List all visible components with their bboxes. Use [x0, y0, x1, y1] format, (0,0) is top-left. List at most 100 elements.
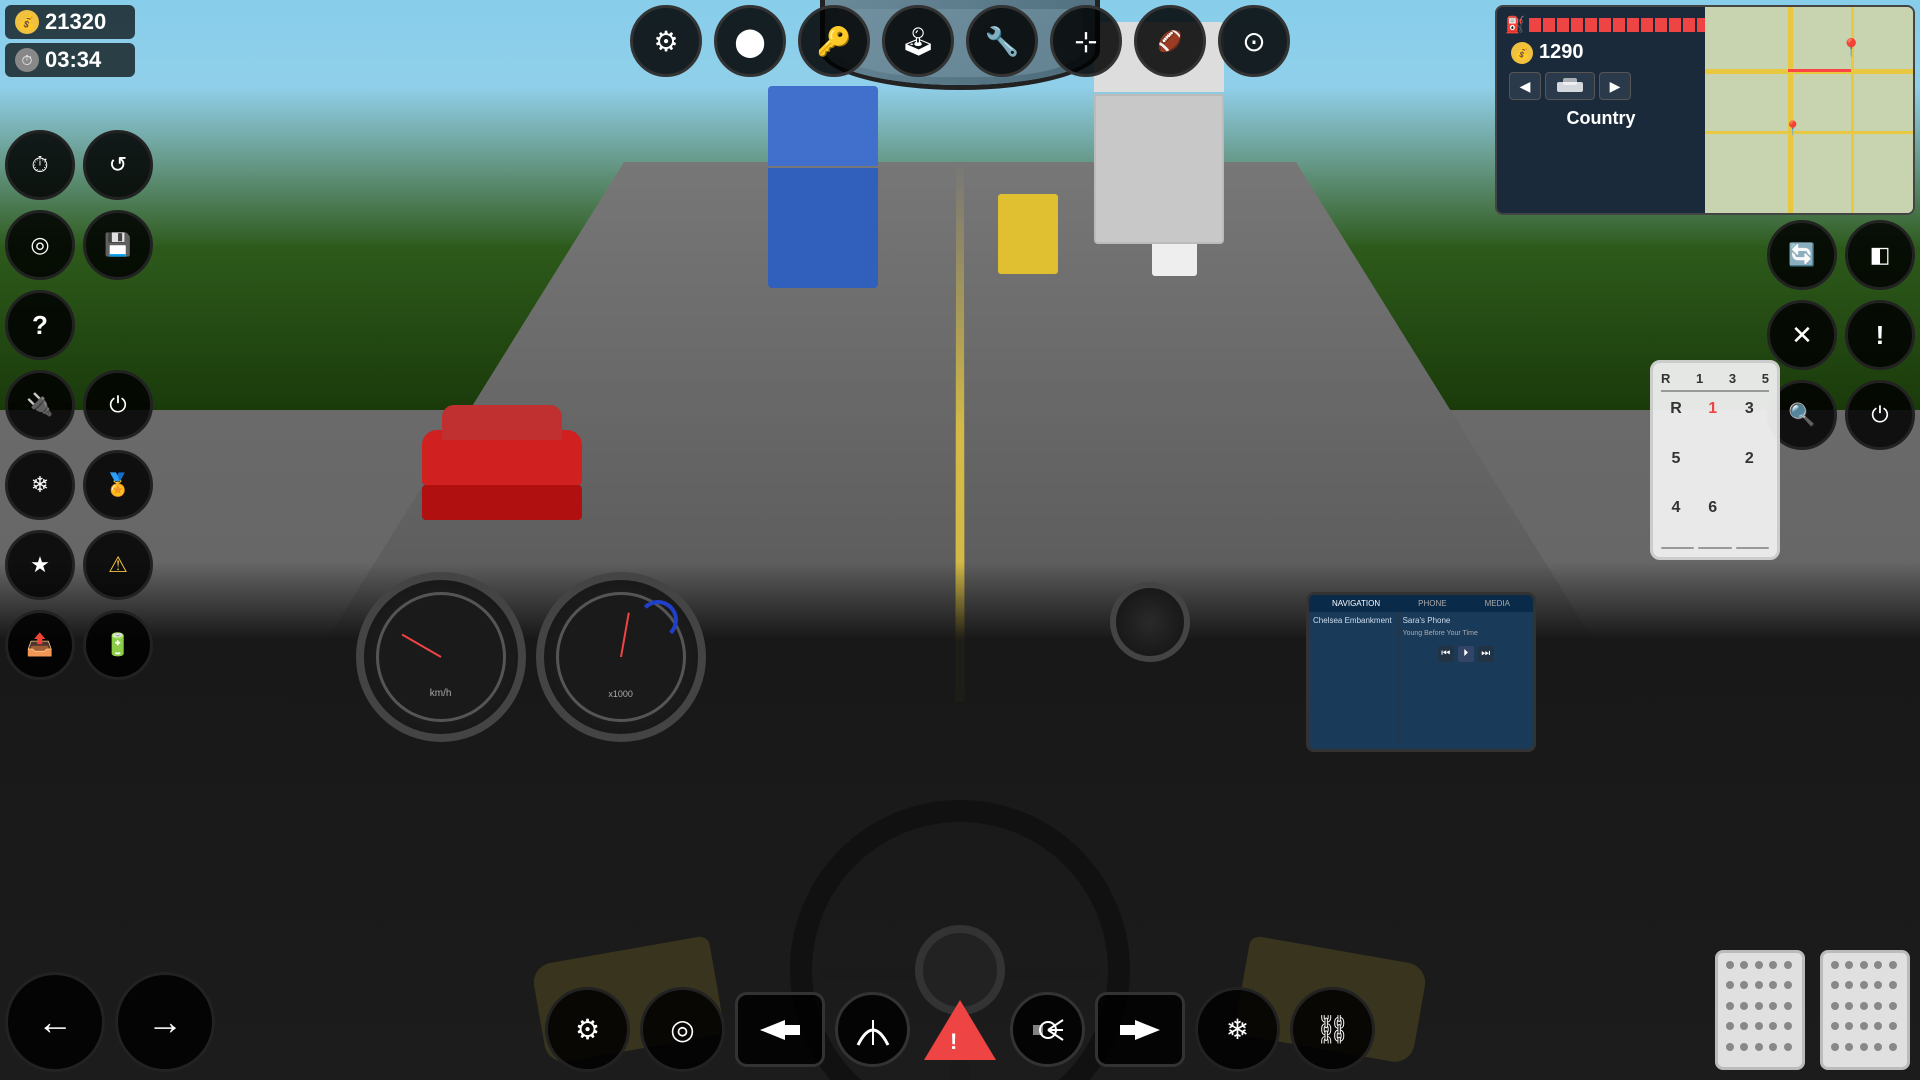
gd7	[1845, 981, 1853, 989]
fuel-seg-8	[1627, 18, 1639, 32]
gear-header: R 1 3 5	[1661, 371, 1769, 392]
fuel-seg-3	[1557, 18, 1569, 32]
engine-btn[interactable]: ⚙	[545, 987, 630, 1072]
close-btn[interactable]: ✕	[1767, 300, 1837, 370]
gd23	[1860, 1043, 1868, 1051]
lights-btn[interactable]	[1010, 992, 1085, 1067]
pressure-gauge	[1110, 582, 1190, 662]
pd3	[1755, 961, 1763, 969]
phone-contact: Sara's Phone	[1403, 616, 1529, 625]
gd19	[1874, 1022, 1882, 1030]
left-row-1: ⏱ ↺	[5, 130, 153, 200]
nav-location: Chelsea Embankment	[1313, 616, 1394, 626]
gd22	[1845, 1043, 1853, 1051]
pd25	[1784, 1043, 1792, 1051]
wheel-btn[interactable]: ◎	[5, 210, 75, 280]
fan-btn[interactable]: 🔄	[1767, 220, 1837, 290]
save-btn[interactable]: 💾	[83, 210, 153, 280]
map-road-v1	[1788, 7, 1793, 213]
gd14	[1874, 1002, 1882, 1010]
left-signal-btn[interactable]	[735, 992, 825, 1067]
medal-btn[interactable]: 🏅	[83, 450, 153, 520]
wheel-top-btn[interactable]: ⊙	[1218, 5, 1290, 77]
tachometer-gauge: x1000	[536, 572, 706, 742]
battery-btn[interactable]: 🔋	[83, 610, 153, 680]
pd10	[1784, 981, 1792, 989]
yellow-bus	[998, 194, 1058, 274]
pd11	[1726, 1002, 1734, 1010]
turn-left-btn[interactable]: ←	[5, 972, 105, 1072]
key-btn[interactable]: 🔑	[798, 5, 870, 77]
power-right-btn[interactable]: ⏻	[1845, 380, 1915, 450]
gas-pedal[interactable]	[1820, 950, 1910, 1070]
bottom-left-nav: ← →	[5, 972, 215, 1072]
crosshair-btn[interactable]: ⊹	[1050, 5, 1122, 77]
speedometer-btn[interactable]: ⏱	[5, 130, 75, 200]
turn-right-btn[interactable]: →	[115, 972, 215, 1072]
ball-btn[interactable]: ⬤	[714, 5, 786, 77]
infotainment-screen: NAVIGATION PHONE MEDIA Chelsea Embankmen…	[1306, 592, 1536, 752]
money-icon: 💰	[15, 10, 39, 34]
hazard-btn[interactable]: !	[920, 990, 1000, 1070]
chain-btn[interactable]: ⛓	[1290, 987, 1375, 1072]
gear-3-label: 3	[1729, 371, 1736, 386]
help-btn[interactable]: ?	[5, 290, 75, 360]
media-song: Young Before Your Time	[1403, 629, 1529, 638]
money-value: 21320	[45, 9, 106, 35]
fuel-segments	[1529, 18, 1709, 32]
pd21	[1726, 1043, 1734, 1051]
speedometer-gauge: km/h	[356, 572, 526, 742]
gear-pos-4: 4	[1661, 493, 1691, 523]
snow-btn[interactable]: ❄	[1195, 987, 1280, 1072]
left-row-3: ?	[5, 290, 75, 360]
gd13	[1860, 1002, 1868, 1010]
gd1	[1831, 961, 1839, 969]
pd9	[1769, 981, 1777, 989]
gd25	[1889, 1043, 1897, 1051]
share-btn[interactable]: 📤	[5, 610, 75, 680]
wiper-btn[interactable]	[835, 992, 910, 1067]
fuel-seg-4	[1571, 18, 1583, 32]
plugin-btn[interactable]: 🔌	[5, 370, 75, 440]
power-btn[interactable]: ⏻	[83, 370, 153, 440]
nav-coin: 💰 1290	[1505, 39, 1697, 66]
timer-value: 03:34	[45, 47, 101, 73]
fuel-seg-2	[1543, 18, 1555, 32]
brake-pedal[interactable]	[1715, 950, 1805, 1070]
joystick-btn[interactable]: 🕹	[882, 5, 954, 77]
star-btn[interactable]: ★	[5, 530, 75, 600]
nav-icon-svg	[1555, 76, 1585, 96]
nav-right-arrow[interactable]: ▶	[1599, 72, 1631, 100]
settings-btn[interactable]: ⚙	[630, 5, 702, 77]
lights-icon	[1028, 1010, 1068, 1050]
nav-left-arrow[interactable]: ◀	[1509, 72, 1541, 100]
gd4	[1874, 961, 1882, 969]
left-row-7: 📤 🔋	[5, 610, 153, 680]
gd20	[1889, 1022, 1897, 1030]
gear-r-label: R	[1661, 371, 1670, 386]
warning-left-btn[interactable]: ⚠	[83, 530, 153, 600]
gear-5-label: 5	[1762, 371, 1769, 386]
stats-bar: 💰 21320 ⏱ 03:34	[5, 5, 135, 77]
pd4	[1769, 961, 1777, 969]
gd24	[1874, 1043, 1882, 1051]
diff-btn[interactable]: ◎	[640, 987, 725, 1072]
right-signal-btn[interactable]	[1095, 992, 1185, 1067]
pd13	[1755, 1002, 1763, 1010]
timer-stat: ⏱ 03:34	[5, 43, 135, 77]
tool-btn-4[interactable]: 🔧	[966, 5, 1038, 77]
undo-btn[interactable]: ↺	[83, 130, 153, 200]
pd15	[1784, 1002, 1792, 1010]
gd16	[1831, 1022, 1839, 1030]
coin-value: 1290	[1539, 41, 1584, 64]
alert-btn[interactable]: !	[1845, 300, 1915, 370]
blue-truck	[768, 86, 878, 286]
oval-btn[interactable]: 🏈	[1134, 5, 1206, 77]
gear-pos-3: 3	[1734, 394, 1764, 424]
gear-pos-1: 1	[1698, 394, 1728, 424]
gd15	[1889, 1002, 1897, 1010]
snow-wheel-btn[interactable]: ❄	[5, 450, 75, 520]
side-view-btn[interactable]: ◧	[1845, 220, 1915, 290]
gd12	[1845, 1002, 1853, 1010]
fuel-icon: ⛽	[1505, 15, 1525, 35]
